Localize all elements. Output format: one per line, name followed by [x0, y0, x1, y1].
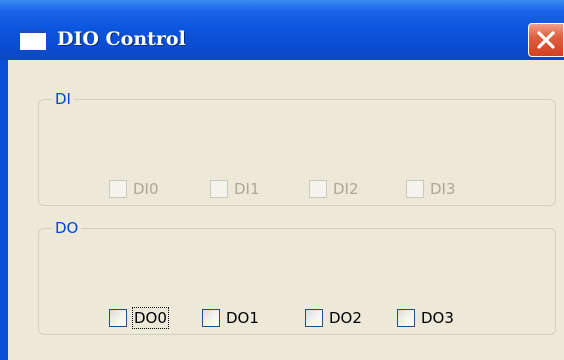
di2-label: DI2 [333, 180, 359, 198]
di1-checkbox: DI1 [210, 179, 260, 199]
di0-checkbox: DI0 [109, 179, 159, 199]
do0-checkbox[interactable]: DO0 [109, 307, 169, 329]
di1-label: DI1 [234, 180, 260, 198]
di-groupbox: DI DI0 DI1 DI2 DI3 [38, 89, 556, 206]
client-area: DI DI0 DI1 DI2 DI3 DO DO0 DO1 DO2 DO3 [8, 60, 564, 360]
checkbox-box[interactable] [397, 309, 415, 327]
dio-control-window: DIO Control DI DI0 DI1 DI2 DI3 DO DO0 DO… [0, 0, 564, 360]
do1-checkbox[interactable]: DO1 [202, 308, 259, 328]
checkbox-box [309, 180, 327, 198]
checkbox-box [210, 180, 228, 198]
window-title: DIO Control [57, 28, 186, 50]
do3-checkbox[interactable]: DO3 [397, 308, 454, 328]
do0-label[interactable]: DO0 [132, 307, 169, 329]
di2-checkbox: DI2 [309, 179, 359, 199]
checkbox-box [109, 180, 127, 198]
close-icon [537, 31, 555, 49]
do2-label[interactable]: DO2 [329, 308, 362, 328]
checkbox-box [406, 180, 424, 198]
checkbox-box[interactable] [305, 309, 323, 327]
do-group-legend: DO [52, 218, 82, 238]
do2-checkbox[interactable]: DO2 [305, 308, 362, 328]
close-button[interactable] [528, 23, 564, 57]
checkbox-box[interactable] [109, 309, 127, 327]
di-group-legend: DI [52, 89, 74, 109]
checkbox-box[interactable] [202, 309, 220, 327]
title-bar[interactable]: DIO Control [0, 0, 564, 60]
di0-label: DI0 [133, 180, 159, 198]
do3-label[interactable]: DO3 [421, 308, 454, 328]
di3-label: DI3 [430, 180, 456, 198]
do1-label[interactable]: DO1 [226, 308, 259, 328]
do-groupbox: DO DO0 DO1 DO2 DO3 [38, 218, 556, 335]
window-icon [20, 30, 46, 50]
di3-checkbox: DI3 [406, 179, 456, 199]
